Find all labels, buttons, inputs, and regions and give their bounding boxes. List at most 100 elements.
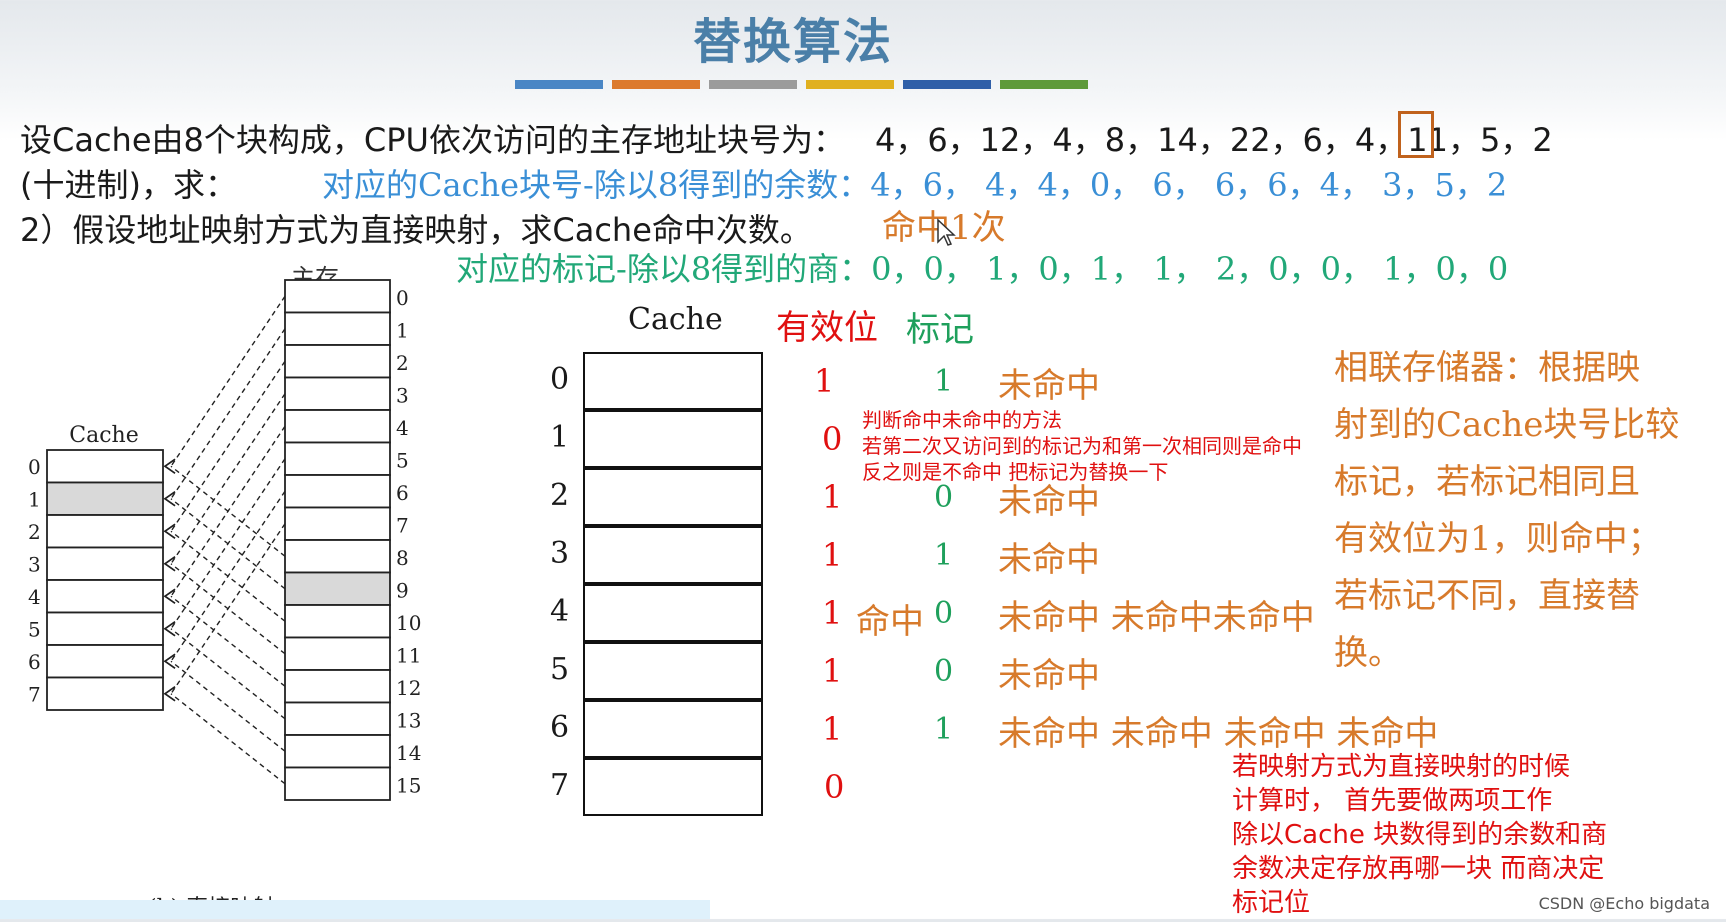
cache-block-index: 7 <box>550 768 570 803</box>
mapping-arrow <box>170 660 286 752</box>
mapping-arrow <box>170 328 286 500</box>
figure-memory-block <box>284 571 391 606</box>
figure-memory-block <box>284 279 391 314</box>
figure-memory-block <box>284 474 391 509</box>
mapping-arrow <box>170 295 286 467</box>
valid-bit: 1 <box>816 590 849 636</box>
figure-cache-block <box>46 546 164 581</box>
accent-bar <box>903 80 991 89</box>
cache-block <box>583 468 763 526</box>
question-text: 设Cache由8个块构成，CPU依次访问的主存地址块号为： <box>20 121 845 159</box>
valid-bit: 1 <box>808 358 841 404</box>
direct-mapping-note-line: 计算时， 首先要做两项工作 <box>1232 786 1553 816</box>
figure-memory-block <box>284 506 391 541</box>
figure-memory-block <box>284 701 391 736</box>
cache-block <box>583 758 763 816</box>
tag-header: 标记 <box>906 310 974 350</box>
figure-memory-block <box>284 441 391 476</box>
highlight-box <box>1398 111 1434 158</box>
valid-bit: 1 <box>816 532 849 578</box>
tag-value: 1 <box>928 534 960 577</box>
cache-block <box>583 526 763 584</box>
figure-cache-block <box>46 579 164 614</box>
figure-cache-block <box>46 514 164 549</box>
figure-cache-index: 6 <box>28 650 41 674</box>
hit-status: 未命中 <box>998 656 1100 696</box>
cache-block-index: 4 <box>550 594 570 629</box>
figure-memory-index: 11 <box>396 644 421 668</box>
side-note-line: 换。 <box>1334 633 1402 673</box>
direct-mapping-note-line: 余数决定存放再哪一块 而商决定 <box>1232 854 1605 884</box>
cache-block-index: 0 <box>550 362 570 397</box>
bottom-strip <box>0 900 710 919</box>
figure-cache-block <box>46 611 164 646</box>
associative-memory-note: 相联存储器：根据映 射到的Cache块号比较 标记，若标记相同且 有效位为1，则… <box>1334 340 1679 682</box>
valid-bit: 1 <box>816 648 849 694</box>
side-note-line: 标记，若标记相同且 <box>1334 462 1640 502</box>
direct-mapping-note-line: 除以Cache 块数得到的余数和商 <box>1232 820 1608 850</box>
cache-block-index: 2 <box>550 478 570 513</box>
figure-cache-index: 0 <box>28 455 41 479</box>
figure-memory-index: 4 <box>396 416 409 440</box>
figure-memory-block <box>284 604 391 639</box>
side-note-line: 有效位为1，则命中； <box>1334 519 1662 559</box>
figure-cache-index: 2 <box>28 520 41 544</box>
cache-block <box>583 584 763 642</box>
accent-bar <box>612 80 700 89</box>
mapping-arrow <box>170 693 286 785</box>
figure-memory-block <box>284 766 391 801</box>
figure-memory-blocks: 0123456789101112131415 <box>284 279 421 801</box>
cache-block-index: 6 <box>550 710 570 745</box>
figure-memory-index: 12 <box>396 676 421 700</box>
figure-cache-index: 1 <box>28 488 41 512</box>
figure-cache-index: 5 <box>28 618 41 642</box>
side-note-line: 若标记不同，直接替 <box>1334 576 1640 616</box>
figure-cache-label: Cache <box>69 423 138 448</box>
hit-status: 未命中 未命中未命中 <box>998 598 1315 638</box>
figure-memory-block <box>284 311 391 346</box>
method-note-line: 若第二次又访问到的标记为和第一次相同则是命中 <box>862 434 1302 458</box>
mapping-diagram: 主存 Cache 01234567 0123456789101112131415 <box>28 264 421 801</box>
figure-cache-index: 7 <box>28 683 41 707</box>
figure-memory-block <box>284 636 391 671</box>
figure-cache-block <box>46 481 164 516</box>
mapping-arrow <box>170 393 286 565</box>
figure-memory-index: 5 <box>396 449 409 473</box>
valid-bit: 0 <box>818 764 851 810</box>
slide-title: 替换算法 <box>692 14 893 70</box>
side-note-line: 射到的Cache块号比较 <box>1334 405 1680 445</box>
figure-memory-block <box>284 409 391 444</box>
direct-mapping-figure: 主存 Cache 01234567 0 1 2 3 4 5 6 7 8 9 10 11 12 13 14 15… <box>20 260 440 921</box>
decimal-note: (十进制)，求： <box>20 166 237 204</box>
tag-value: 1 <box>928 708 960 751</box>
question-line-2: (十进制)，求： <box>20 160 237 206</box>
mapping-arrow <box>170 360 286 532</box>
mapping-arrow <box>170 628 286 720</box>
figure-memory-block <box>284 669 391 704</box>
accent-bar <box>515 80 603 89</box>
valid-bit: 0 <box>816 416 849 462</box>
cache-header: Cache <box>628 302 723 337</box>
figure-memory-index: 0 <box>396 286 409 310</box>
figure-cache-index: 3 <box>28 553 41 577</box>
hit-label: 命中 <box>856 602 924 642</box>
tag-value: 0 <box>928 592 960 635</box>
figure-memory-index: 1 <box>396 319 409 343</box>
cache-block-index: 3 <box>550 536 570 571</box>
accent-bar <box>1000 80 1088 89</box>
figure-memory-block <box>284 376 391 411</box>
accent-bar <box>709 80 797 89</box>
highlighted-address: 4 <box>1354 121 1376 159</box>
hit-status: 未命中 <box>998 366 1100 406</box>
valid-bit-header: 有效位 <box>776 308 878 348</box>
address-sequence: 4，6，12，4，8，14，22，6， <box>874 121 1355 159</box>
figure-memory-block <box>284 344 391 379</box>
figure-memory-index: 13 <box>396 709 421 733</box>
hit-status: 未命中 未命中 未命中 未命中 <box>998 714 1439 754</box>
figure-cache-index: 4 <box>28 585 41 609</box>
figure-memory-index: 10 <box>396 611 421 635</box>
figure-memory-index: 8 <box>396 546 409 570</box>
figure-memory-block <box>284 734 391 769</box>
figure-cache-block <box>46 676 164 711</box>
cache-block <box>583 642 763 700</box>
